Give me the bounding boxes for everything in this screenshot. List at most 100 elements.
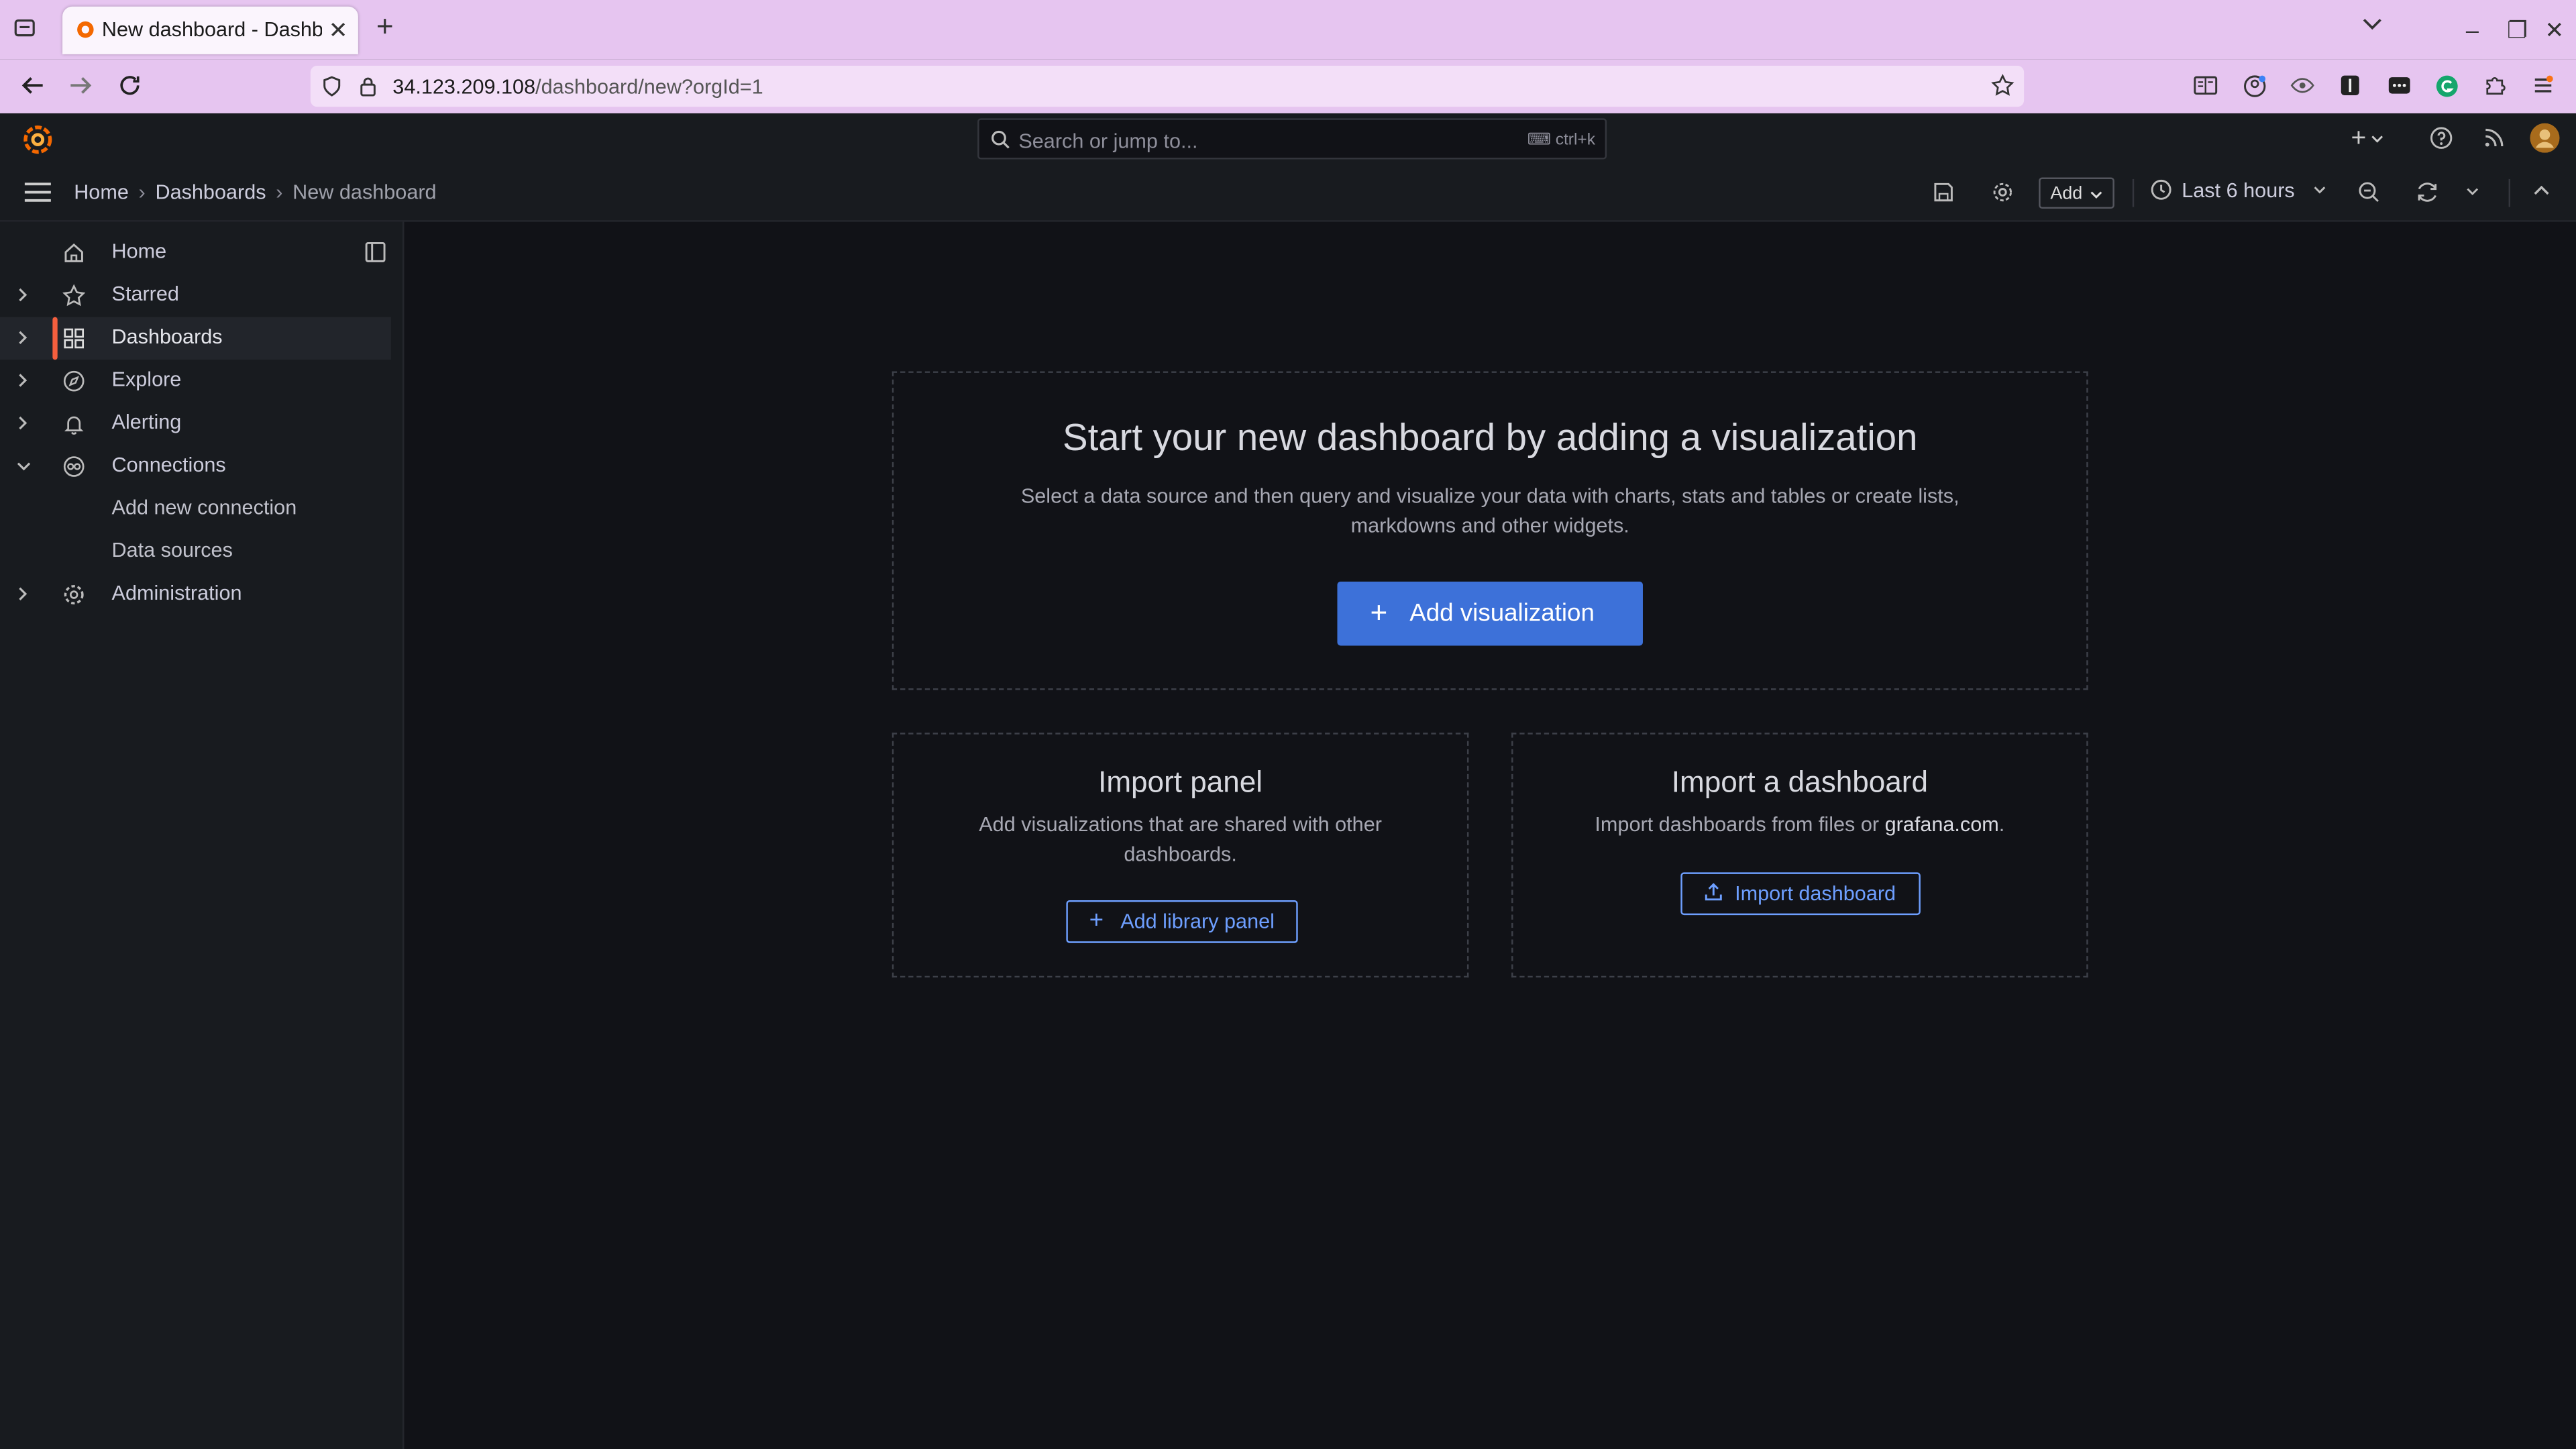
new-tab-button[interactable]: + xyxy=(376,10,394,44)
description-line: dashboards. xyxy=(1124,843,1237,866)
plus-icon: + xyxy=(1370,596,1388,629)
breadcrumb-toolbar: Home › Dashboards › New dashboard Add Last 6… xyxy=(0,166,2576,222)
shield-icon[interactable] xyxy=(322,76,341,97)
clock-icon xyxy=(2151,179,2171,200)
help-icon[interactable] xyxy=(2430,127,2453,150)
user-avatar[interactable] xyxy=(2530,123,2560,153)
bell-icon xyxy=(62,413,85,435)
sidebar-item-explore[interactable]: Explore xyxy=(0,360,402,402)
breadcrumb-dashboards[interactable]: Dashboards xyxy=(155,180,266,203)
sidebar-item-connections[interactable]: Connections xyxy=(0,445,402,488)
tab-list-icon[interactable] xyxy=(13,16,36,39)
browser-tab-active[interactable]: New dashboard - Dashbo ✕ xyxy=(62,6,358,54)
import-panel-title: Import panel xyxy=(1098,765,1263,799)
sidebar-item-label: Connections xyxy=(111,453,226,477)
dashboard-settings-gear-icon[interactable] xyxy=(1991,180,2014,203)
hero-title: Start your new dashboard by adding a vis… xyxy=(1063,415,1918,459)
reader-view-icon[interactable] xyxy=(2193,74,2218,97)
import-panel-card: Import panel Add visualizations that are… xyxy=(892,733,1469,978)
app-menu-icon[interactable] xyxy=(2532,74,2555,97)
import-dashboard-label: Import dashboard xyxy=(1735,882,1896,906)
search-shortcut-text: ctrl+k xyxy=(1555,131,1595,150)
bitwarden-shield-icon[interactable] xyxy=(2339,74,2361,97)
sidebar-item-label: Administration xyxy=(111,581,242,605)
chevron-down-icon xyxy=(2314,186,2326,194)
extensions-puzzle-icon[interactable] xyxy=(2484,74,2507,97)
breadcrumb-current: New dashboard xyxy=(292,180,437,204)
chevron-down-icon xyxy=(2090,191,2102,199)
news-feed-icon[interactable] xyxy=(2482,127,2505,150)
minimize-window-icon[interactable]: – xyxy=(2466,16,2479,42)
add-visualization-button[interactable]: + Add visualization xyxy=(1337,581,1643,646)
close-window-icon[interactable]: ✕ xyxy=(2544,16,2564,44)
refresh-icon[interactable] xyxy=(2415,180,2440,203)
refresh-interval-chevron-icon[interactable] xyxy=(2466,187,2479,196)
import-dashboard-button[interactable]: Import dashboard xyxy=(1680,872,1921,916)
sidebar-item-label: Data sources xyxy=(111,539,233,562)
description-text: Import dashboards from files or xyxy=(1595,813,1885,837)
menu-hamburger-icon[interactable] xyxy=(24,182,51,202)
browser-nav-bar: 34.123.209.108/dashboard/new?orgId=1 xyxy=(0,59,2576,113)
password-dots-icon[interactable] xyxy=(2387,74,2412,97)
account-icon[interactable] xyxy=(2243,74,2267,99)
add-visualization-card: Start your new dashboard by adding a vis… xyxy=(892,371,2088,690)
back-icon[interactable] xyxy=(19,72,46,99)
reload-icon[interactable] xyxy=(117,72,143,99)
chevron-right-icon[interactable] xyxy=(18,373,28,388)
sidebar-item-dashboards[interactable]: Dashboards xyxy=(0,317,391,360)
sidebar-item-starred[interactable]: Starred xyxy=(0,274,402,317)
active-indicator xyxy=(52,317,58,360)
cog-icon xyxy=(62,583,85,606)
description-line: Add visualizations that are shared with … xyxy=(979,813,1382,837)
grafana-com-link[interactable]: grafana.com xyxy=(1885,813,1999,836)
search-input[interactable]: Search or jump to... ⌨ ctrl+k xyxy=(977,118,1607,160)
tab-title: New dashboard - Dashbo xyxy=(101,17,323,42)
compass-icon xyxy=(62,370,85,392)
description-text: . xyxy=(1998,813,2005,837)
restore-window-icon[interactable]: ❐ xyxy=(2507,16,2528,44)
sidebar-item-add-new-connection[interactable]: Add new connection xyxy=(0,488,402,531)
tab-overflow-chevron-icon[interactable] xyxy=(2363,18,2382,32)
browser-tab-strip: New dashboard - Dashbo ✕ + – ❐ ✕ xyxy=(0,0,2576,60)
url-path: /dashboard/new?orgId=1 xyxy=(535,75,763,99)
grafana-top-bar: Search or jump to... ⌨ ctrl+k + xyxy=(0,113,2576,168)
import-dashboard-description: Import dashboards from files or grafana.… xyxy=(1513,810,2087,839)
chevron-right-icon[interactable] xyxy=(18,330,28,345)
breadcrumb: Home › Dashboards › New dashboard xyxy=(74,180,436,203)
add-library-panel-label: Add library panel xyxy=(1120,910,1275,934)
chevron-right-icon[interactable] xyxy=(18,416,28,431)
lock-icon[interactable] xyxy=(358,76,378,97)
sidebar-item-administration[interactable]: Administration xyxy=(0,574,402,616)
save-dashboard-icon[interactable] xyxy=(1932,180,1955,203)
grafana-logo-icon[interactable] xyxy=(23,125,52,154)
chevron-right-icon[interactable] xyxy=(18,288,28,303)
forward-icon[interactable] xyxy=(67,72,93,99)
hero-description-line: Select a data source and then query and … xyxy=(1020,484,1960,508)
sidebar-item-data-sources[interactable]: Data sources xyxy=(0,531,402,574)
time-range-label: Last 6 hours xyxy=(2182,178,2295,203)
connections-icon xyxy=(62,455,85,478)
time-range-picker[interactable]: Last 6 hours xyxy=(2151,179,2327,202)
new-plus-dropdown[interactable]: + xyxy=(2351,125,2384,154)
apps-icon xyxy=(62,327,85,350)
chevron-right-icon[interactable] xyxy=(18,586,28,601)
add-dropdown-button[interactable]: Add xyxy=(2039,177,2114,209)
collapse-chevron-up-icon[interactable] xyxy=(2533,185,2549,196)
bookmark-star-icon[interactable] xyxy=(1991,74,2015,97)
add-library-panel-button[interactable]: + Add library panel xyxy=(1066,900,1298,943)
url-host: 34.123.209.108 xyxy=(392,75,536,99)
close-tab-icon[interactable]: ✕ xyxy=(329,16,348,44)
zoom-out-icon[interactable] xyxy=(2357,180,2380,203)
add-visualization-label: Add visualization xyxy=(1409,599,1595,628)
sidebar-item-home[interactable]: Home xyxy=(0,231,402,274)
extension-eye-icon[interactable] xyxy=(2290,74,2315,97)
grammar-extension-icon[interactable] xyxy=(2434,74,2459,99)
home-icon xyxy=(62,241,85,264)
chevron-down-icon[interactable] xyxy=(16,462,31,472)
search-shortcut-hint: ⌨ ctrl+k xyxy=(1527,131,1595,150)
sidebar-item-alerting[interactable]: Alerting xyxy=(0,402,402,445)
url-text: 34.123.209.108/dashboard/new?orgId=1 xyxy=(392,76,763,99)
breadcrumb-home[interactable]: Home xyxy=(74,180,129,203)
add-label: Add xyxy=(2050,184,2083,204)
url-bar[interactable]: 34.123.209.108/dashboard/new?orgId=1 xyxy=(310,65,2025,107)
